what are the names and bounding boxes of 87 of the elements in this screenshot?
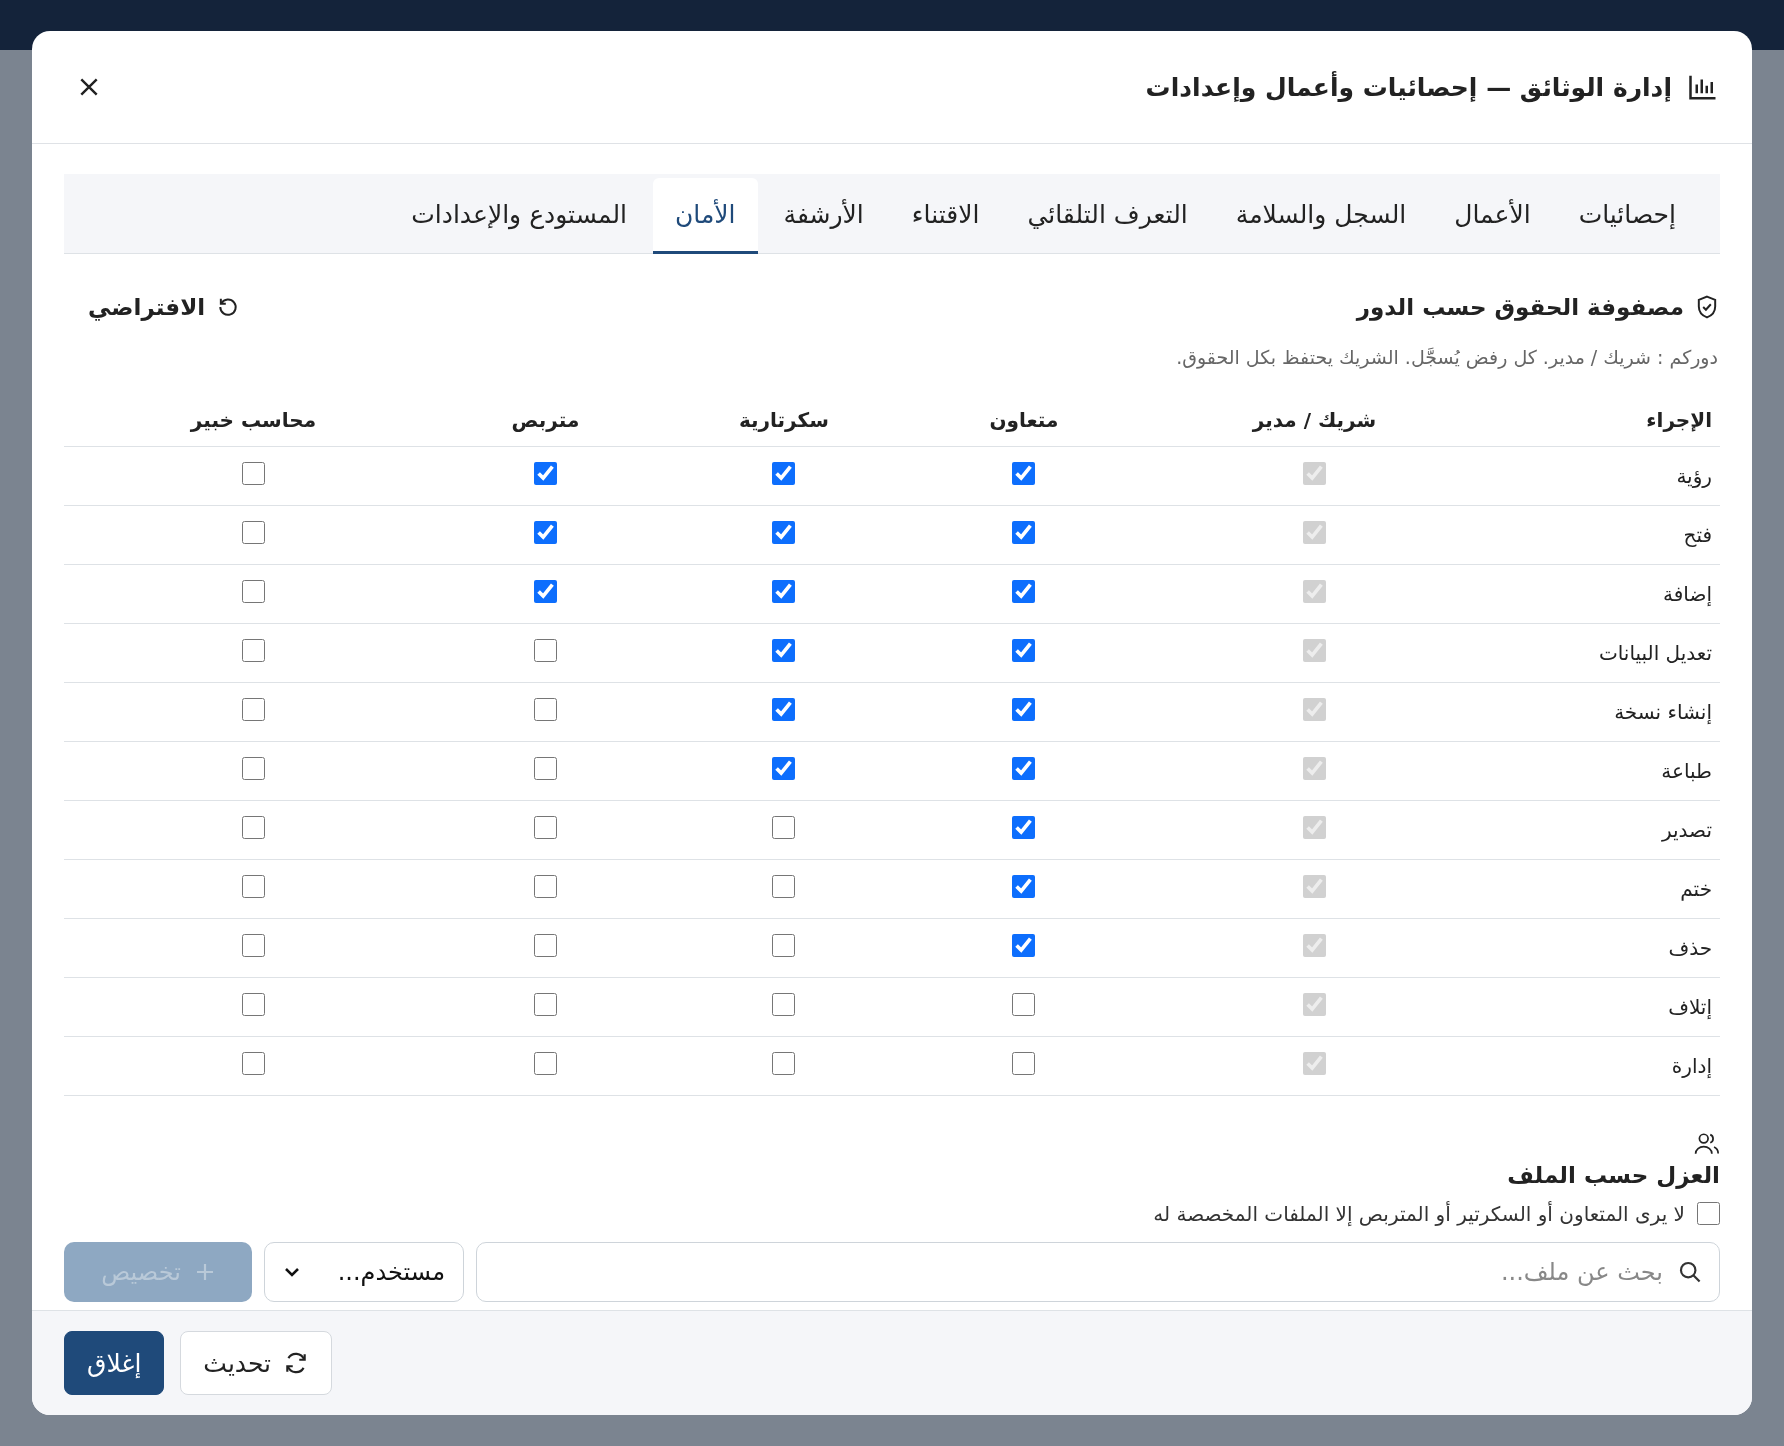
refresh-button[interactable]: تحديث [180, 1331, 333, 1395]
close-icon [78, 76, 100, 98]
permission-checkbox[interactable] [241, 874, 265, 898]
reset-icon [217, 295, 240, 318]
permission-checkbox[interactable] [1012, 933, 1036, 957]
isolation-checkbox[interactable] [1697, 1202, 1720, 1225]
permission-checkbox[interactable] [1012, 1051, 1036, 1075]
permission-checkbox[interactable] [533, 933, 557, 957]
action-label: تصدير [1662, 817, 1712, 842]
column-header: متعاون [919, 393, 1128, 446]
action-label: فتح [1683, 522, 1712, 547]
tab[interactable]: الأمان [652, 178, 758, 254]
permission-checkbox[interactable] [772, 756, 796, 780]
permission-checkbox[interactable] [772, 992, 796, 1016]
action-label: إدارة [1671, 1053, 1712, 1078]
column-header: شريك / مدير [1128, 393, 1501, 446]
permission-checkbox[interactable] [533, 1051, 557, 1075]
permission-checkbox[interactable] [241, 815, 265, 839]
permission-checkbox[interactable] [241, 1051, 265, 1075]
column-header: متربص [442, 393, 648, 446]
permission-checkbox[interactable] [1012, 697, 1036, 721]
plus-icon [194, 1261, 215, 1282]
action-label: حذف [1668, 935, 1712, 960]
tab[interactable]: الاقتناء [889, 178, 1002, 254]
permission-checkbox[interactable] [1012, 579, 1036, 603]
permission-checkbox[interactable] [241, 756, 265, 780]
bar-chart-icon [1688, 73, 1718, 101]
permission-checkbox[interactable] [1012, 874, 1036, 898]
permission-checkbox[interactable] [533, 579, 557, 603]
permission-checkbox[interactable] [772, 579, 796, 603]
action-label: تعديل البيانات [1598, 640, 1712, 665]
column-header: سكرتارية [647, 393, 920, 446]
permission-checkbox[interactable] [533, 461, 557, 485]
column-header: محاسب خبير [64, 393, 443, 446]
permission-checkbox[interactable] [533, 520, 557, 544]
tab[interactable]: الأعمال [1432, 178, 1553, 254]
permission-checkbox[interactable] [772, 933, 796, 957]
action-label: طباعة [1661, 758, 1712, 783]
permission-checkbox[interactable] [1012, 461, 1036, 485]
action-label: إنشاء نسخة [1614, 699, 1712, 724]
permission-checkbox[interactable] [533, 756, 557, 780]
window-title: إدارة الوثائق — إحصائيات وأعمال وإعدادات [1144, 72, 1672, 102]
section-title: العزل حسب الملف [1506, 1161, 1720, 1188]
permission-checkbox[interactable] [772, 638, 796, 662]
tab[interactable]: السجل والسلامة [1213, 178, 1429, 254]
permission-checkbox[interactable] [1012, 992, 1036, 1016]
description: دوركم : شريك / مدير. كل رفض يُسجَّل. الشريك يحتفظ بكل الحقوق. [1175, 345, 1718, 368]
action-label: ختم [1680, 876, 1712, 901]
search-field[interactable]: بحث عن ملف... [476, 1241, 1720, 1302]
permission-checkbox[interactable] [533, 815, 557, 839]
shield-check-icon [1696, 294, 1718, 319]
permission-checkbox[interactable] [772, 874, 796, 898]
action-label: إضافة [1663, 581, 1712, 606]
permission-checkbox[interactable] [533, 697, 557, 721]
permission-checkbox[interactable] [772, 815, 796, 839]
close-button[interactable]: إغلاق [64, 1331, 165, 1395]
permission-checkbox[interactable] [1012, 638, 1036, 662]
permission-checkbox[interactable] [241, 579, 265, 603]
checkbox-label: لا يرى المتعاون أو السكرتير أو المتربص إلا الملفات المخصصة له [1153, 1201, 1685, 1226]
permission-checkbox[interactable] [772, 520, 796, 544]
permission-checkbox[interactable] [772, 697, 796, 721]
permission-checkbox[interactable] [772, 1051, 796, 1075]
column-header: الإجراء [1501, 393, 1720, 446]
user-select[interactable]: مستخدم... [264, 1241, 464, 1302]
permission-checkbox[interactable] [241, 520, 265, 544]
permission-checkbox[interactable] [533, 638, 557, 662]
permission-checkbox[interactable] [241, 697, 265, 721]
tab[interactable]: التعرف التلقائي [1005, 178, 1210, 254]
reset-button[interactable]: الافتراضي [66, 289, 262, 324]
tab[interactable]: الأرشفة [761, 178, 886, 254]
permission-checkbox[interactable] [241, 992, 265, 1016]
permission-checkbox[interactable] [241, 638, 265, 662]
action-label: إتلاف [1668, 994, 1712, 1019]
permission-checkbox[interactable] [1012, 815, 1036, 839]
permission-checkbox[interactable] [533, 874, 557, 898]
tab[interactable]: المستودع والإعدادات [389, 178, 649, 254]
permission-checkbox[interactable] [533, 992, 557, 1016]
permission-checkbox[interactable] [1012, 520, 1036, 544]
permission-checkbox[interactable] [241, 461, 265, 485]
permission-checkbox[interactable] [772, 461, 796, 485]
search-icon [1678, 1259, 1702, 1284]
permission-checkbox[interactable] [1012, 756, 1036, 780]
tab[interactable]: إحصائيات [1556, 178, 1698, 254]
users-icon [1694, 1131, 1720, 1156]
section-title: مصفوفة الحقوق حسب الدور [1354, 293, 1684, 320]
action-label: رؤية [1676, 463, 1712, 488]
permission-checkbox[interactable] [241, 933, 265, 957]
